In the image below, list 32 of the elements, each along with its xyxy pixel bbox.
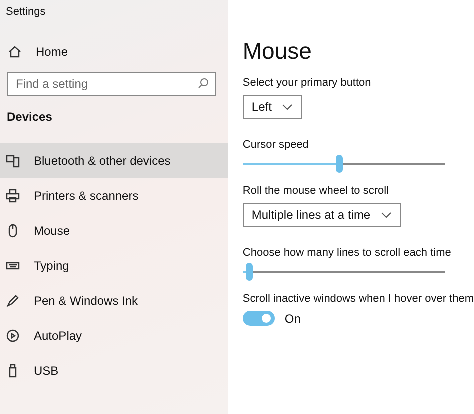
page-title: Mouse [242,38,313,65]
sidebar-item[interactable]: AutoPlay [0,318,228,353]
dropdown[interactable]: Left [242,95,302,119]
search-icon [198,78,209,89]
caret-icon [380,212,392,218]
toggle-state: On [284,312,301,326]
sidebar-item[interactable]: USB [0,353,228,388]
section-heading: Devices [6,109,54,126]
window-title: Settings [5,5,47,20]
setting-label: Roll the mouse wheel to scroll [242,185,390,197]
slider-thumb[interactable] [336,155,343,173]
home-icon [8,45,22,59]
sidebar-item[interactable]: Printers & scanners [0,178,228,213]
pen-icon [6,294,20,308]
setting-label: Choose how many lines to scroll each time [242,247,452,259]
sidebar-item[interactable]: Bluetooth & other devices [0,143,228,178]
play-circle-icon [6,328,20,342]
sidebar-item[interactable]: Pen & Windows Ink [0,283,228,318]
printer-icon [6,188,20,202]
dropdown[interactable]: Multiple lines at a time [242,203,401,227]
setting-label: Scroll inactive windows when I hover over them [242,293,474,305]
setting-label: Select your primary button [242,77,372,89]
toggle-switch[interactable] [242,311,275,326]
sidebar-item[interactable]: Typing [0,248,228,283]
sidebar-item[interactable]: Mouse [0,213,228,248]
mouse-icon [6,224,20,238]
setting-label: Cursor speed [242,139,310,151]
search-field[interactable]: Find a setting [7,72,216,96]
devices-icon [6,154,20,168]
caret-icon [282,104,293,110]
slider-thumb[interactable] [246,263,253,281]
home-link[interactable]: Home [0,38,228,66]
